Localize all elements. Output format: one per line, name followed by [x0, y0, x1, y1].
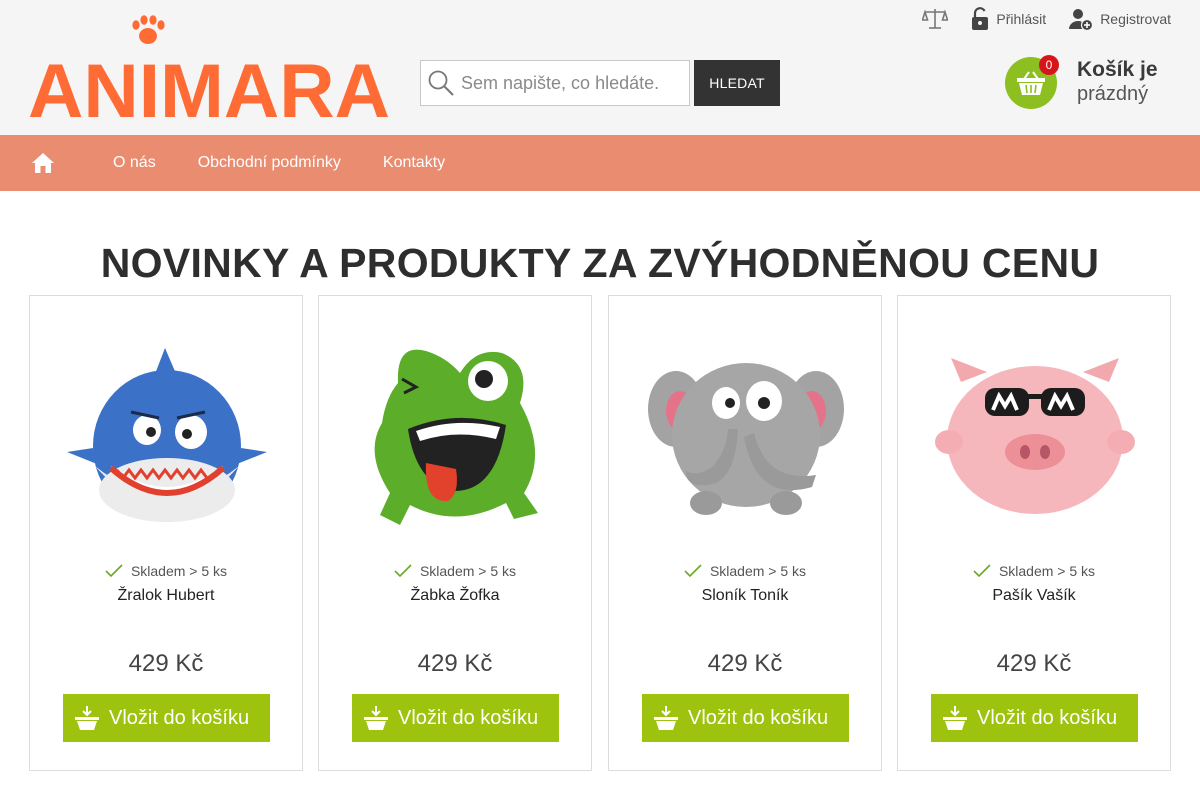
- paw-icon: [132, 15, 165, 44]
- check-icon: [105, 564, 123, 578]
- product-card: Skladem > 5 ks Žralok Hubert 429 Kč Vlož…: [29, 295, 303, 771]
- stock-label: Skladem > 5 ks: [130, 563, 228, 579]
- lock-open-icon: [972, 7, 989, 30]
- compare-link[interactable]: [922, 7, 949, 31]
- product-name[interactable]: Pašík Vašík: [898, 587, 1170, 605]
- home-icon: [32, 153, 54, 173]
- add-to-cart-button[interactable]: Vložit do košíku: [931, 694, 1138, 742]
- product-price: 429 Kč: [996, 650, 1072, 677]
- stock-status: Skladem > 5 ks: [609, 563, 881, 579]
- add-to-cart-button[interactable]: Vložit do košíku: [642, 694, 849, 742]
- product-card: Skladem > 5 ks Sloník Toník 429 Kč Vloži…: [608, 295, 882, 771]
- product-price: 429 Kč: [417, 650, 493, 677]
- product-image-shark[interactable]: [47, 333, 287, 543]
- check-icon: [394, 564, 412, 578]
- search-box[interactable]: [420, 60, 690, 106]
- basket-add-icon: [654, 706, 678, 730]
- basket-add-icon: [943, 706, 967, 730]
- product-price: 429 Kč: [128, 650, 204, 677]
- search-button[interactable]: HLEDAT: [694, 60, 780, 106]
- cart-subtitle: prázdný: [1077, 83, 1149, 105]
- product-card: Skladem > 5 ks Žabka Žofka 429 Kč Vložit…: [318, 295, 592, 771]
- cart-widget[interactable]: 0 Košík je prázdný: [1005, 55, 1175, 111]
- register-label: Registrovat: [1100, 11, 1171, 27]
- product-image-pig[interactable]: [915, 333, 1155, 543]
- top-links: Přihlásit Registrovat: [922, 6, 1171, 32]
- stock-label: Skladem > 5 ks: [998, 563, 1096, 579]
- search-input[interactable]: [461, 72, 681, 94]
- nav-home[interactable]: [31, 135, 93, 191]
- product-name[interactable]: Žralok Hubert: [30, 587, 302, 605]
- cart-title: Košík je: [1077, 58, 1158, 81]
- login-label: Přihlásit: [996, 11, 1047, 27]
- logo[interactable]: ANIMARA: [28, 12, 392, 122]
- add-to-cart-button[interactable]: Vložit do košíku: [63, 694, 270, 742]
- basket-icon: [1017, 71, 1045, 95]
- product-grid: Skladem > 5 ks Žralok Hubert 429 Kč Vlož…: [29, 295, 1171, 771]
- stock-status: Skladem > 5 ks: [30, 563, 302, 579]
- add-to-cart-label: Vložit do košíku: [977, 706, 1118, 729]
- section-title: NOVINKY A PRODUKTY ZA ZVÝHODNĚNOU CENU: [100, 240, 1100, 286]
- basket-add-icon: [364, 706, 388, 730]
- add-to-cart-button[interactable]: Vložit do košíku: [352, 694, 559, 742]
- stock-status: Skladem > 5 ks: [319, 563, 591, 579]
- login-link[interactable]: Přihlásit: [970, 7, 1046, 31]
- logo-text: ANIMARA: [28, 49, 390, 122]
- stock-label: Skladem > 5 ks: [419, 563, 517, 579]
- nav-item-about[interactable]: O nás: [113, 154, 156, 172]
- product-name[interactable]: Sloník Toník: [609, 587, 881, 605]
- search-bar: HLEDAT: [420, 60, 780, 106]
- stock-label: Skladem > 5 ks: [709, 563, 807, 579]
- user-add-icon: [1069, 9, 1094, 31]
- check-icon: [684, 564, 702, 578]
- product-price: 429 Kč: [707, 650, 783, 677]
- check-icon: [973, 564, 991, 578]
- search-icon: [428, 70, 454, 96]
- register-link[interactable]: Registrovat: [1068, 7, 1171, 31]
- header: ANIMARA Přihlásit Registrovat Sem napišt…: [0, 0, 1200, 135]
- product-name[interactable]: Žabka Žofka: [319, 587, 591, 605]
- basket-add-icon: [75, 706, 99, 730]
- nav-item-contacts[interactable]: Kontakty: [383, 154, 445, 172]
- nav-item-terms[interactable]: Obchodní podmínky: [198, 154, 341, 172]
- cart-count-badge: 0: [1039, 55, 1059, 75]
- add-to-cart-label: Vložit do košíku: [688, 706, 829, 729]
- add-to-cart-label: Vložit do košíku: [398, 706, 539, 729]
- main-nav: O nás Obchodní podmínky Kontakty: [0, 135, 1200, 191]
- product-image-frog[interactable]: [336, 333, 576, 543]
- add-to-cart-label: Vložit do košíku: [109, 706, 250, 729]
- stock-status: Skladem > 5 ks: [898, 563, 1170, 579]
- scales-icon: [922, 9, 949, 29]
- product-card: Skladem > 5 ks Pašík Vašík 429 Kč Vložit…: [897, 295, 1171, 771]
- product-image-elephant[interactable]: [626, 333, 866, 543]
